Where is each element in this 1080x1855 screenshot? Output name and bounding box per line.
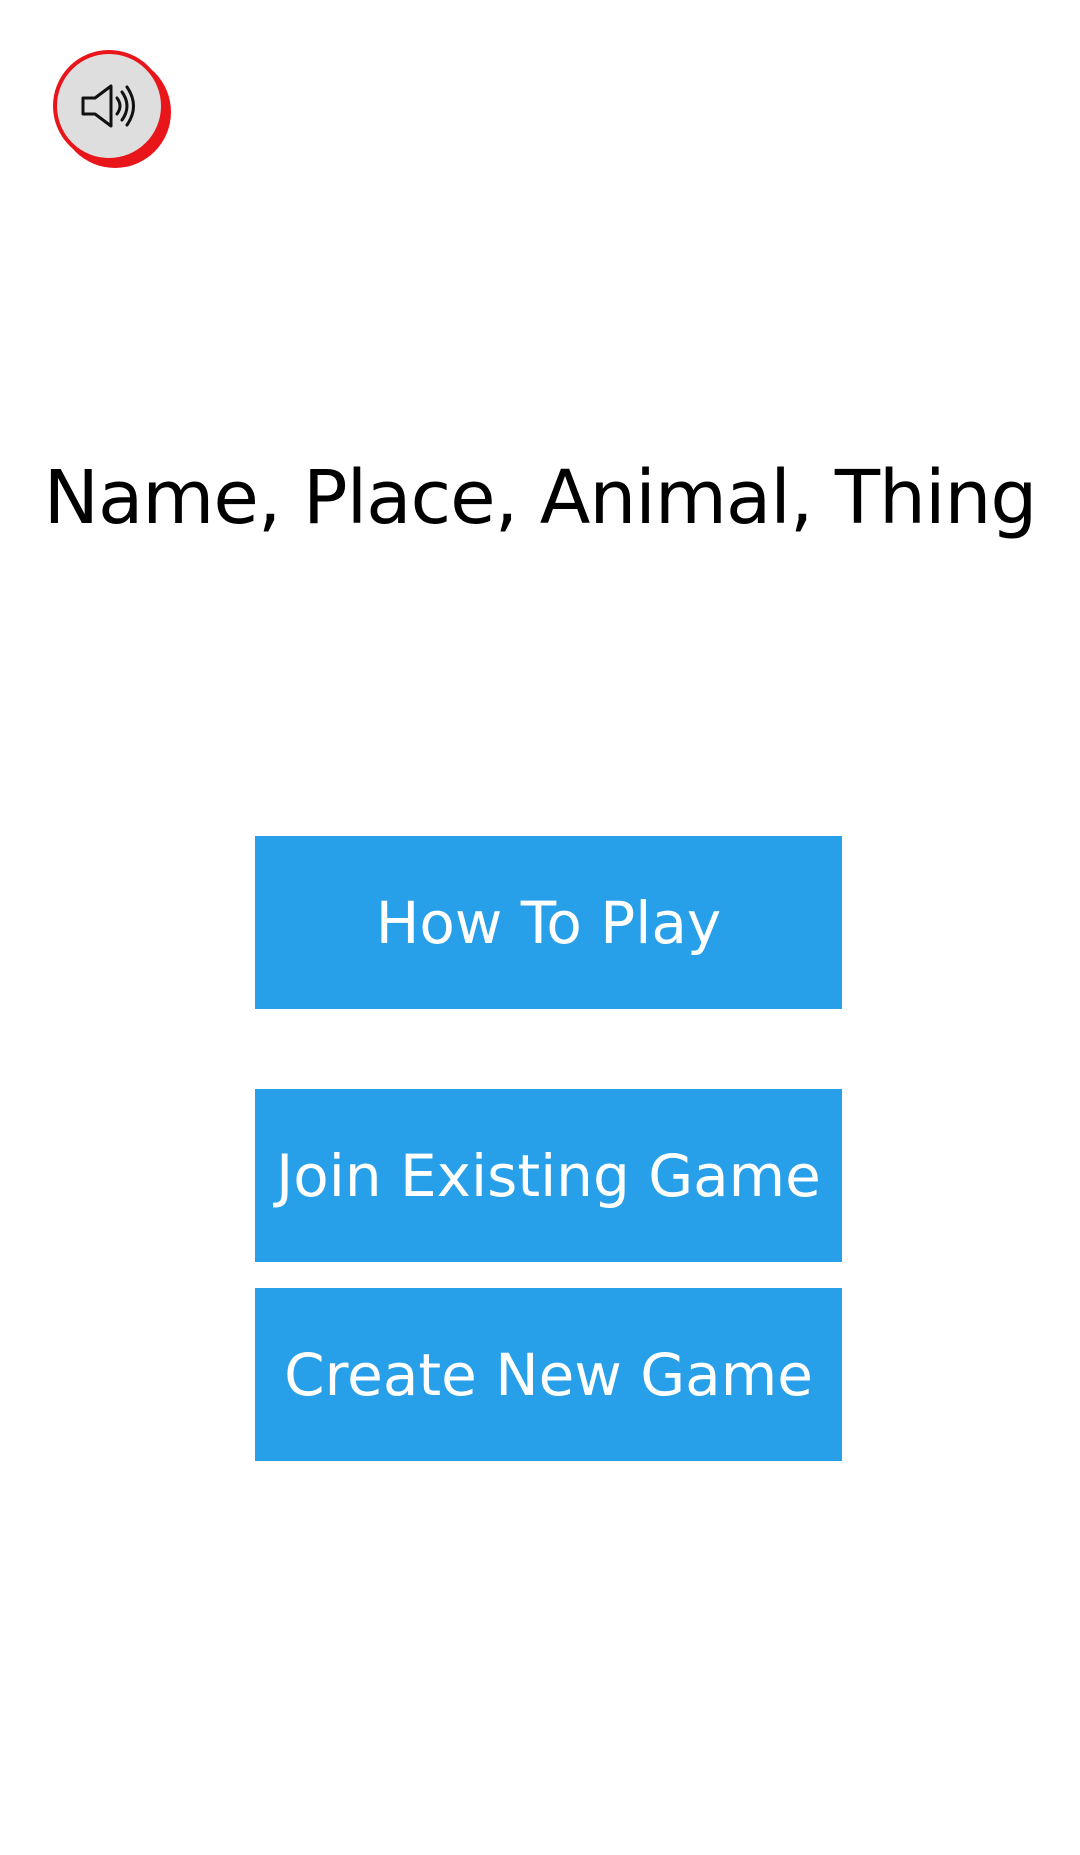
sound-toggle-button[interactable] xyxy=(53,50,165,162)
join-existing-game-button[interactable]: Join Existing Game xyxy=(255,1089,842,1262)
speaker-icon xyxy=(81,84,135,128)
how-to-play-label: How To Play xyxy=(375,888,722,957)
create-new-game-button[interactable]: Create New Game xyxy=(255,1288,842,1461)
game-title: Name, Place, Animal, Thing xyxy=(43,455,1038,541)
create-new-game-label: Create New Game xyxy=(284,1340,813,1409)
home-screen: Name, Place, Animal, Thing How To Play J… xyxy=(0,0,1080,1855)
join-existing-game-label: Join Existing Game xyxy=(276,1141,821,1210)
how-to-play-button[interactable]: How To Play xyxy=(255,836,842,1009)
